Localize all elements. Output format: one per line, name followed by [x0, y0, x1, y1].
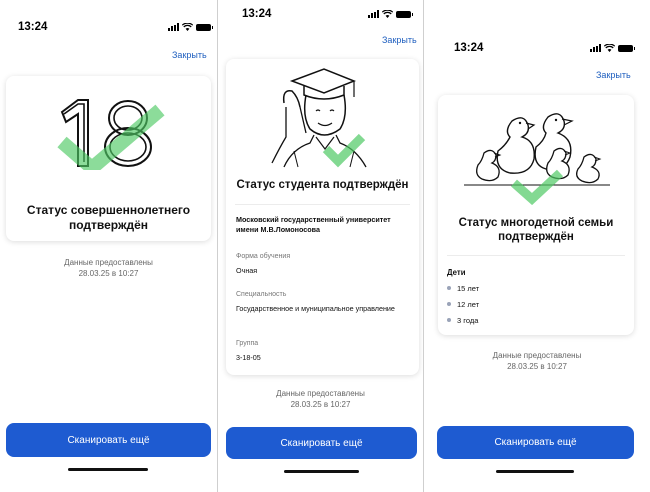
- wifi-icon: [182, 23, 193, 31]
- provided-label: Данные предоставлены: [64, 258, 153, 267]
- field-label-study-form: Форма обучения: [236, 253, 291, 260]
- field-value-group: 3-18-05: [236, 353, 261, 362]
- child-age: 12 лет: [457, 299, 480, 309]
- home-indicator: [68, 468, 148, 471]
- status-bar-time: 13:24: [454, 42, 484, 54]
- bullet-icon: [447, 286, 451, 290]
- close-link[interactable]: Закрыть: [172, 50, 207, 60]
- wifi-icon: [382, 10, 393, 18]
- provided-label: Данные предоставлены: [492, 351, 582, 360]
- university-name: Московский государственный университет и…: [236, 215, 391, 234]
- field-label-specialty: Специальность: [236, 291, 287, 298]
- provided-info: Данные предоставлены 28.03.25 в 10:27: [424, 351, 650, 372]
- ducks-illustration-icon: [464, 113, 610, 205]
- status-card: Статус студента подтверждён Московский г…: [226, 59, 419, 375]
- bullet-icon: [447, 302, 451, 306]
- wifi-icon: [604, 44, 615, 52]
- provided-label: Данные предоставлены: [276, 389, 365, 398]
- screen-student-status: 13:24 Закрыть Статус студента подтверждё…: [218, 0, 423, 492]
- list-item: 3 года: [447, 312, 479, 328]
- scan-again-button[interactable]: Сканировать ещё: [437, 426, 634, 459]
- field-label-group: Группа: [236, 340, 259, 347]
- battery-icon: [196, 24, 213, 31]
- signal-icon: [168, 23, 179, 31]
- screen-adult-status: 13:24 Закрыть Статус совершеннолетнего п…: [0, 0, 217, 492]
- status-bar-icons: [368, 10, 413, 18]
- status-title: Статус студента подтверждён: [236, 179, 409, 191]
- list-item: 15 лет: [447, 280, 479, 296]
- child-age: 15 лет: [457, 283, 480, 293]
- status-bar-time: 13:24: [18, 21, 48, 33]
- divider: [235, 204, 410, 205]
- provided-info: Данные предоставлены 28.03.25 в 10:27: [0, 258, 217, 279]
- field-value-study-form: Очная: [236, 266, 258, 275]
- provided-date: 28.03.25 в 10:27: [507, 361, 567, 371]
- provided-info: Данные предоставлены 28.03.25 в 10:27: [218, 389, 423, 410]
- children-list: 15 лет 12 лет 3 года: [447, 280, 479, 328]
- screen-large-family-status: 13:24 Закрыть Статус многодетной семьи п…: [424, 0, 650, 492]
- signal-icon: [368, 10, 379, 18]
- status-card: Статус совершеннолетнего подтверждён: [6, 76, 211, 241]
- close-link[interactable]: Закрыть: [596, 70, 631, 80]
- home-indicator: [496, 470, 574, 473]
- status-bar-icons: [590, 44, 635, 52]
- children-heading: Дети: [447, 268, 466, 277]
- scan-again-button[interactable]: Сканировать ещё: [6, 423, 211, 457]
- illustration-18-check-icon: [57, 99, 165, 170]
- battery-icon: [396, 11, 413, 18]
- home-indicator: [284, 470, 359, 473]
- close-link[interactable]: Закрыть: [382, 35, 417, 45]
- signal-icon: [590, 44, 601, 52]
- status-bar-time: 13:24: [242, 8, 272, 20]
- bullet-icon: [447, 318, 451, 322]
- field-value-specialty: Государственное и муниципальное управлен…: [236, 304, 395, 313]
- divider: [447, 255, 625, 256]
- status-title: Статус совершеннолетнего подтверждён: [26, 203, 191, 232]
- status-bar-icons: [168, 23, 213, 31]
- list-item: 12 лет: [447, 296, 479, 312]
- status-card: Статус многодетной семьи подтверждён Дет…: [438, 95, 634, 335]
- provided-date: 28.03.25 в 10:27: [78, 268, 139, 278]
- student-illustration-icon: [271, 68, 367, 168]
- status-title: Статус многодетной семьи подтверждён: [458, 217, 614, 243]
- child-age: 3 года: [457, 315, 479, 325]
- battery-icon: [618, 45, 635, 52]
- scan-again-button[interactable]: Сканировать ещё: [226, 427, 417, 459]
- provided-date: 28.03.25 в 10:27: [290, 399, 351, 409]
